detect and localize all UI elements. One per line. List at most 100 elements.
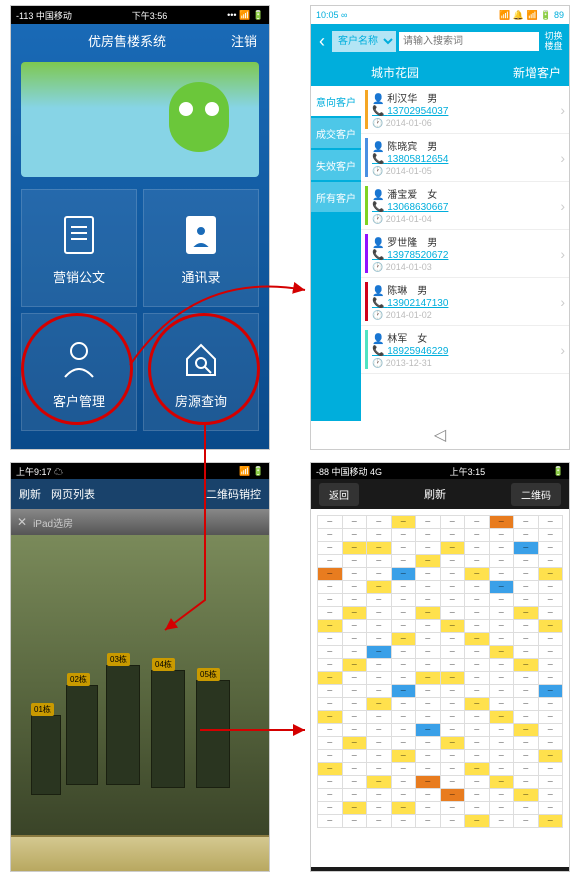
unit-cell[interactable]: —: [342, 607, 367, 620]
unit-cell[interactable]: —: [538, 568, 563, 581]
unit-cell[interactable]: —: [465, 516, 490, 529]
unit-cell[interactable]: —: [416, 620, 441, 633]
unit-cell[interactable]: —: [318, 789, 343, 802]
customer-item[interactable]: 👤 陈琳男📞 13902147130🕐 2014-01-02›: [361, 278, 569, 326]
back-button[interactable]: ‹: [315, 31, 329, 52]
unit-cell[interactable]: —: [440, 698, 465, 711]
unit-cell[interactable]: —: [367, 555, 392, 568]
unit-cell[interactable]: —: [367, 750, 392, 763]
unit-cell[interactable]: —: [416, 802, 441, 815]
unit-cell[interactable]: —: [465, 555, 490, 568]
unit-cell[interactable]: —: [318, 516, 343, 529]
unit-cell[interactable]: —: [318, 529, 343, 542]
unit-cell[interactable]: —: [440, 633, 465, 646]
unit-cell[interactable]: —: [538, 633, 563, 646]
unit-cell[interactable]: —: [367, 737, 392, 750]
unit-cell[interactable]: —: [391, 672, 416, 685]
search-input[interactable]: [399, 32, 539, 51]
unit-cell[interactable]: —: [440, 750, 465, 763]
unit-cell[interactable]: —: [440, 516, 465, 529]
unit-cell[interactable]: —: [416, 594, 441, 607]
tile-documents[interactable]: 营销公文: [21, 189, 137, 307]
unit-cell[interactable]: —: [440, 737, 465, 750]
unit-cell[interactable]: —: [416, 659, 441, 672]
logout-button[interactable]: 注销: [231, 31, 257, 50]
unit-cell[interactable]: —: [416, 698, 441, 711]
unit-cell[interactable]: —: [514, 763, 539, 776]
unit-cell[interactable]: —: [342, 659, 367, 672]
qr-sales-button[interactable]: 二维码销控: [206, 486, 261, 502]
unit-cell[interactable]: —: [391, 633, 416, 646]
building-4[interactable]: [151, 670, 185, 788]
unit-cell[interactable]: —: [416, 646, 441, 659]
back-button[interactable]: 返回: [319, 483, 359, 506]
unit-cell[interactable]: —: [440, 568, 465, 581]
unit-cell[interactable]: —: [416, 737, 441, 750]
unit-cell[interactable]: —: [465, 581, 490, 594]
filter-tab[interactable]: 所有客户: [311, 182, 361, 212]
unit-cell[interactable]: —: [440, 607, 465, 620]
unit-cell[interactable]: —: [318, 815, 343, 828]
unit-cell[interactable]: —: [440, 659, 465, 672]
unit-cell[interactable]: —: [318, 724, 343, 737]
unit-cell[interactable]: —: [440, 776, 465, 789]
unit-cell[interactable]: —: [318, 594, 343, 607]
unit-cell[interactable]: —: [391, 789, 416, 802]
unit-cell[interactable]: —: [538, 594, 563, 607]
filter-tab[interactable]: 意向客户: [311, 86, 361, 116]
unit-cell[interactable]: —: [391, 659, 416, 672]
filter-tab[interactable]: 失效客户: [311, 150, 361, 180]
unit-cell[interactable]: —: [538, 581, 563, 594]
unit-cell[interactable]: —: [367, 529, 392, 542]
unit-cell[interactable]: —: [440, 802, 465, 815]
customer-phone[interactable]: 13805812654: [387, 154, 448, 165]
unit-cell[interactable]: —: [465, 594, 490, 607]
unit-cell[interactable]: —: [367, 815, 392, 828]
unit-cell[interactable]: —: [465, 685, 490, 698]
unit-cell[interactable]: —: [489, 607, 514, 620]
switch-project-button[interactable]: 切换楼盘: [542, 31, 565, 51]
unit-cell[interactable]: —: [440, 815, 465, 828]
unit-cell[interactable]: —: [391, 724, 416, 737]
unit-cell[interactable]: —: [489, 763, 514, 776]
unit-cell[interactable]: —: [416, 685, 441, 698]
promo-banner[interactable]: [21, 62, 259, 177]
unit-cell[interactable]: —: [367, 685, 392, 698]
unit-cell[interactable]: —: [465, 568, 490, 581]
unit-cell[interactable]: —: [538, 529, 563, 542]
unit-cell[interactable]: —: [391, 698, 416, 711]
unit-cell[interactable]: —: [416, 750, 441, 763]
unit-cell[interactable]: —: [538, 659, 563, 672]
customer-item[interactable]: 👤 潘宝爱女📞 13068630667🕐 2014-01-04›: [361, 182, 569, 230]
unit-cell[interactable]: —: [342, 763, 367, 776]
unit-cell[interactable]: —: [514, 594, 539, 607]
customer-item[interactable]: 👤 林军女📞 18925946229🕐 2013-12-31›: [361, 326, 569, 374]
unit-cell[interactable]: —: [440, 646, 465, 659]
unit-cell[interactable]: —: [391, 646, 416, 659]
customer-item[interactable]: 👤 利汉华男📞 13702954037🕐 2014-01-06›: [361, 86, 569, 134]
unit-cell[interactable]: —: [465, 607, 490, 620]
unit-cell[interactable]: —: [440, 529, 465, 542]
unit-cell[interactable]: —: [391, 529, 416, 542]
search-type-dropdown[interactable]: 客户名称: [332, 31, 396, 52]
unit-cell[interactable]: —: [514, 568, 539, 581]
unit-cell[interactable]: —: [367, 789, 392, 802]
unit-cell[interactable]: —: [465, 672, 490, 685]
unit-cell[interactable]: —: [440, 620, 465, 633]
unit-cell[interactable]: —: [440, 581, 465, 594]
filter-tab[interactable]: 成交客户: [311, 118, 361, 148]
unit-cell[interactable]: —: [416, 711, 441, 724]
unit-cell[interactable]: —: [489, 815, 514, 828]
unit-cell[interactable]: —: [514, 776, 539, 789]
unit-cell[interactable]: —: [514, 529, 539, 542]
unit-cell[interactable]: —: [342, 802, 367, 815]
unit-cell[interactable]: —: [514, 672, 539, 685]
unit-cell[interactable]: —: [489, 516, 514, 529]
unit-cell[interactable]: —: [514, 620, 539, 633]
unit-cell[interactable]: —: [538, 802, 563, 815]
unit-cell[interactable]: —: [416, 529, 441, 542]
unit-cell[interactable]: —: [318, 737, 343, 750]
unit-cell[interactable]: —: [538, 620, 563, 633]
unit-cell[interactable]: —: [538, 750, 563, 763]
unit-cell[interactable]: —: [342, 646, 367, 659]
